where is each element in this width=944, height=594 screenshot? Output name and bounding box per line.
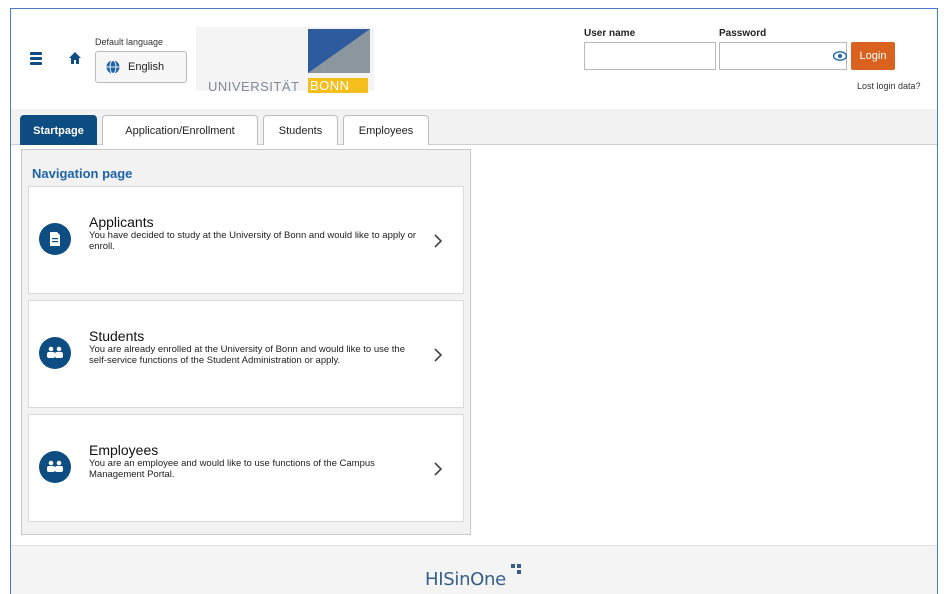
page-footer: HISinOne [11,545,937,594]
university-logo[interactable]: UNIVERSITÄT BONN [196,27,374,94]
password-input[interactable] [719,42,847,70]
card-description: You are an employee and would like to us… [89,458,375,480]
language-label: Default language [95,37,164,47]
language-value: English [128,61,165,73]
page-header: Default language English UNIVERSITÄT BON… [11,9,937,109]
logo-text: UNIVERSITÄT [208,79,300,94]
username-label: User name [584,28,636,39]
tab-students[interactable]: Students [263,115,338,145]
card-description: You are already enrolled at the Universi… [89,344,405,366]
chevron-right-icon [434,234,443,248]
card-applicants[interactable]: Applicants You have decided to study at … [28,186,464,294]
navigation-panel: Navigation page Applicants You have deci… [21,149,471,535]
chevron-right-icon [434,348,443,362]
tab-employees[interactable]: Employees [343,115,429,145]
tab-application-enrollment[interactable]: Application/Enrollment [102,115,258,145]
navigation-title: Navigation page [32,166,133,181]
card-title: Students [89,328,145,344]
browser-frame: Default language English UNIVERSITÄT BON… [10,8,938,594]
tab-startpage[interactable]: Startpage [20,115,97,145]
tab-bar: Startpage Application/Enrollment Student… [11,109,937,145]
login-button[interactable]: Login [851,42,895,70]
card-students[interactable]: Students You are already enrolled at the… [28,300,464,408]
footer-brand: HISinOne [425,569,506,590]
logo-bonn: BONN [308,78,368,93]
card-description: You have decided to study at the Univers… [89,230,417,252]
people-icon [39,337,71,369]
globe-icon [106,60,120,74]
username-input[interactable] [584,42,716,70]
language-button[interactable]: English [95,51,187,83]
card-title: Employees [89,442,159,458]
people-icon [39,451,71,483]
hamburger-menu-icon[interactable] [30,52,42,65]
document-icon [39,223,71,255]
chevron-right-icon [434,462,443,476]
brand-dots-icon [511,564,521,574]
password-label: Password [719,28,767,39]
card-title: Applicants [89,214,154,230]
home-icon[interactable] [68,51,82,65]
eye-icon[interactable] [833,51,847,61]
lost-login-link[interactable]: Lost login data? [857,81,921,91]
logo-mark-icon [308,29,370,73]
card-employees[interactable]: Employees You are an employee and would … [28,414,464,522]
main-content: Navigation page Applicants You have deci… [11,145,937,545]
